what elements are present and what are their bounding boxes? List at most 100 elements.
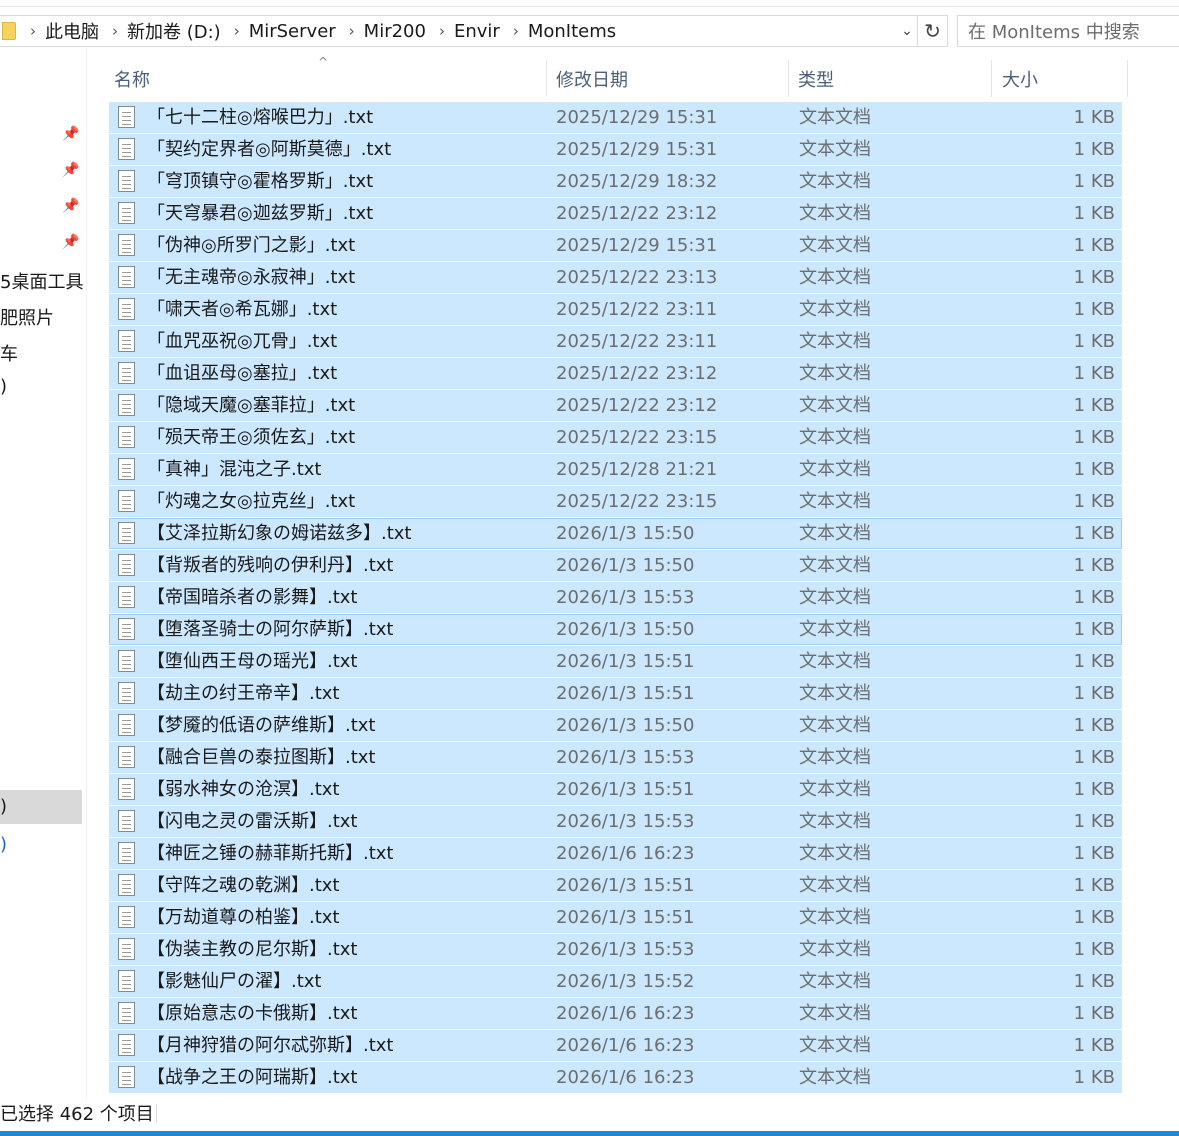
- column-divider[interactable]: [1127, 60, 1128, 97]
- file-row[interactable]: 「无主魂帝◎永寂神」.txt 2025/12/22 23:13 文本文档 1 KB: [109, 262, 1122, 293]
- file-size: 1 KB: [1073, 299, 1115, 320]
- file-row[interactable]: 「啸天者◎希瓦娜」.txt 2025/12/22 23:11 文本文档 1 KB: [109, 294, 1122, 325]
- file-type: 文本文档: [799, 1035, 871, 1056]
- nav-item[interactable]: 车: [0, 340, 86, 366]
- text-file-icon: [118, 1002, 135, 1024]
- file-row[interactable]: 「真神」混沌之子.txt 2025/12/28 21:21 文本文档 1 KB: [109, 454, 1122, 485]
- chevron-right-icon[interactable]: ›: [513, 22, 519, 40]
- nav-item[interactable]: ): [0, 376, 86, 397]
- nav-item[interactable]: ): [0, 796, 86, 817]
- text-file-icon: [118, 234, 135, 256]
- text-file-icon: [118, 394, 135, 416]
- chevron-right-icon[interactable]: ›: [349, 22, 355, 40]
- breadcrumb-item[interactable]: › 此电脑: [30, 18, 112, 44]
- file-type: 文本文档: [799, 363, 871, 384]
- file-row[interactable]: 【梦魇的低语の萨维斯】.txt 2026/1/3 15:50 文本文档 1 KB: [109, 710, 1122, 741]
- file-type: 文本文档: [799, 843, 871, 864]
- column-header-name-label: 名称: [114, 69, 150, 91]
- file-list[interactable]: 「七十二柱◎熔喉巴力」.txt 2025/12/29 15:31 文本文档 1 KB 「…: [109, 102, 1122, 1094]
- chevron-right-icon[interactable]: ›: [112, 22, 118, 40]
- nav-item[interactable]: 肥照片: [0, 304, 86, 330]
- file-row[interactable]: 【艾泽拉斯幻象の姆诺兹多】.txt 2026/1/3 15:50 文本文档 1 KB: [109, 518, 1122, 549]
- file-size: 1 KB: [1073, 971, 1115, 992]
- nav-item[interactable]: 5桌面工具: [0, 268, 86, 294]
- file-name: 【战争之王の阿瑞斯】.txt: [147, 1067, 358, 1088]
- file-row[interactable]: 「血咒巫祝◎兀骨」.txt 2025/12/22 23:11 文本文档 1 KB: [109, 326, 1122, 357]
- file-row[interactable]: 【弱水神女の沧溟】.txt 2026/1/3 15:51 文本文档 1 KB: [109, 774, 1122, 805]
- file-row[interactable]: 【劫主の纣王帝辛】.txt 2026/1/3 15:51 文本文档 1 KB: [109, 678, 1122, 709]
- file-size: 1 KB: [1073, 203, 1115, 224]
- breadcrumb-item[interactable]: › Envir: [439, 21, 513, 42]
- navigation-pane[interactable]: 📌 📌 📌 📌 5桌面工具 肥照片 车 ) ) ): [0, 48, 87, 1100]
- file-type: 文本文档: [799, 811, 871, 832]
- file-name: 「七十二柱◎熔喉巴力」.txt: [147, 107, 374, 128]
- column-header-name[interactable]: 名称: [108, 60, 546, 97]
- file-row[interactable]: 「殒天帝王◎须佐玄」.txt 2025/12/22 23:15 文本文档 1 KB: [109, 422, 1122, 453]
- address-bar[interactable]: › 此电脑 › 新加卷 (D:) › MirServer › Mir200 › Envir › Mon…: [0, 15, 918, 47]
- pin-icon[interactable]: 📌: [62, 126, 79, 142]
- breadcrumb-item[interactable]: › 新加卷 (D:): [112, 18, 234, 44]
- file-type: 文本文档: [799, 683, 871, 704]
- pin-icon[interactable]: 📌: [62, 198, 79, 214]
- column-header-size[interactable]: 大小: [996, 60, 1126, 97]
- file-size: 1 KB: [1073, 843, 1115, 864]
- breadcrumb-label: MonItems: [527, 20, 617, 42]
- breadcrumb-item[interactable]: › MirServer: [234, 21, 349, 42]
- file-row[interactable]: 「隐域天魔◎塞菲拉」.txt 2025/12/22 23:12 文本文档 1 KB: [109, 390, 1122, 421]
- file-row[interactable]: 「契约定界者◎阿斯莫德」.txt 2025/12/29 15:31 文本文档 1 KB: [109, 134, 1122, 165]
- chevron-right-icon[interactable]: ›: [439, 22, 445, 40]
- file-row[interactable]: 【融合巨兽の泰拉图斯】.txt 2026/1/3 15:53 文本文档 1 KB: [109, 742, 1122, 773]
- file-name: 「隐域天魔◎塞菲拉」.txt: [147, 395, 356, 416]
- file-size: 1 KB: [1073, 171, 1115, 192]
- chevron-down-icon[interactable]: ⌄: [896, 15, 918, 47]
- file-date-modified: 2025/12/29 18:32: [556, 171, 718, 192]
- file-row[interactable]: 【背叛者的残响の伊利丹】.txt 2026/1/3 15:50 文本文档 1 KB: [109, 550, 1122, 581]
- column-header-date[interactable]: 修改日期: [550, 60, 788, 97]
- column-divider[interactable]: [991, 60, 992, 97]
- text-file-icon: [118, 618, 135, 640]
- file-date-modified: 2026/1/3 15:51: [556, 875, 695, 896]
- text-file-icon: [118, 330, 135, 352]
- file-type: 文本文档: [799, 491, 871, 512]
- file-date-modified: 2025/12/22 23:11: [556, 299, 718, 320]
- pin-icon[interactable]: 📌: [62, 162, 79, 178]
- file-row[interactable]: 【帝国暗杀者の影舞】.txt 2026/1/3 15:53 文本文档 1 KB: [109, 582, 1122, 613]
- file-row[interactable]: 【守阵之魂の乾渊】.txt 2026/1/3 15:51 文本文档 1 KB: [109, 870, 1122, 901]
- pin-icon[interactable]: 📌: [62, 234, 79, 250]
- file-row[interactable]: 【影魅仙尸の濯】.txt 2026/1/3 15:52 文本文档 1 KB: [109, 966, 1122, 997]
- search-input[interactable]: 在 MonItems 中搜索: [957, 15, 1179, 47]
- text-file-icon: [118, 778, 135, 800]
- file-size: 1 KB: [1073, 1067, 1115, 1088]
- file-row[interactable]: 「伪神◎所罗门之影」.txt 2025/12/29 15:31 文本文档 1 KB: [109, 230, 1122, 261]
- file-row[interactable]: 【堕落圣骑士の阿尔萨斯】.txt 2026/1/3 15:50 文本文档 1 KB: [109, 614, 1122, 645]
- file-row[interactable]: 【伪装主教の尼尔斯】.txt 2026/1/3 15:53 文本文档 1 KB: [109, 934, 1122, 965]
- file-row[interactable]: 【原始意志の卡俄斯】.txt 2026/1/6 16:23 文本文档 1 KB: [109, 998, 1122, 1029]
- file-row[interactable]: 「穹顶镇守◎霍格罗斯」.txt 2025/12/29 18:32 文本文档 1 KB: [109, 166, 1122, 197]
- file-date-modified: 2025/12/22 23:12: [556, 363, 718, 384]
- column-header-type[interactable]: 类型: [792, 60, 990, 97]
- column-divider[interactable]: [546, 60, 547, 97]
- chevron-right-icon[interactable]: ›: [234, 22, 240, 40]
- file-row[interactable]: 「七十二柱◎熔喉巴力」.txt 2025/12/29 15:31 文本文档 1 KB: [109, 102, 1122, 133]
- file-row[interactable]: 【万劫道尊の柏鉴】.txt 2026/1/3 15:51 文本文档 1 KB: [109, 902, 1122, 933]
- file-date-modified: 2025/12/22 23:12: [556, 203, 718, 224]
- file-row[interactable]: 【月神狩猎の阿尔忒弥斯】.txt 2026/1/6 16:23 文本文档 1 KB: [109, 1030, 1122, 1061]
- nav-item[interactable]: ): [0, 834, 86, 855]
- file-row[interactable]: 【神匠之锤の赫菲斯托斯】.txt 2026/1/6 16:23 文本文档 1 KB: [109, 838, 1122, 869]
- breadcrumb-label: Envir: [453, 20, 500, 42]
- breadcrumb-item[interactable]: › Mir200: [349, 21, 439, 42]
- file-row[interactable]: 【堕仙西王母の瑶光】.txt 2026/1/3 15:51 文本文档 1 KB: [109, 646, 1122, 677]
- file-row[interactable]: 【战争之王の阿瑞斯】.txt 2026/1/6 16:23 文本文档 1 KB: [109, 1062, 1122, 1093]
- file-type: 文本文档: [799, 395, 871, 416]
- column-divider[interactable]: [788, 60, 789, 97]
- file-row[interactable]: 「灼魂之女◎拉克丝」.txt 2025/12/22 23:15 文本文档 1 KB: [109, 486, 1122, 517]
- file-name: 「契约定界者◎阿斯莫德」.txt: [147, 139, 392, 160]
- file-row[interactable]: 「血诅巫母◎塞拉」.txt 2025/12/22 23:12 文本文档 1 KB: [109, 358, 1122, 389]
- file-row[interactable]: 【闪电之灵の雷沃斯】.txt 2026/1/3 15:53 文本文档 1 KB: [109, 806, 1122, 837]
- file-size: 1 KB: [1073, 459, 1115, 480]
- file-row[interactable]: 「天穹暴君◎迦兹罗斯」.txt 2025/12/22 23:12 文本文档 1 KB: [109, 198, 1122, 229]
- file-date-modified: 2025/12/22 23:11: [556, 331, 718, 352]
- chevron-right-icon[interactable]: ›: [30, 22, 36, 40]
- breadcrumb-item[interactable]: › MonItems: [513, 21, 629, 42]
- refresh-button[interactable]: ↻: [918, 15, 948, 47]
